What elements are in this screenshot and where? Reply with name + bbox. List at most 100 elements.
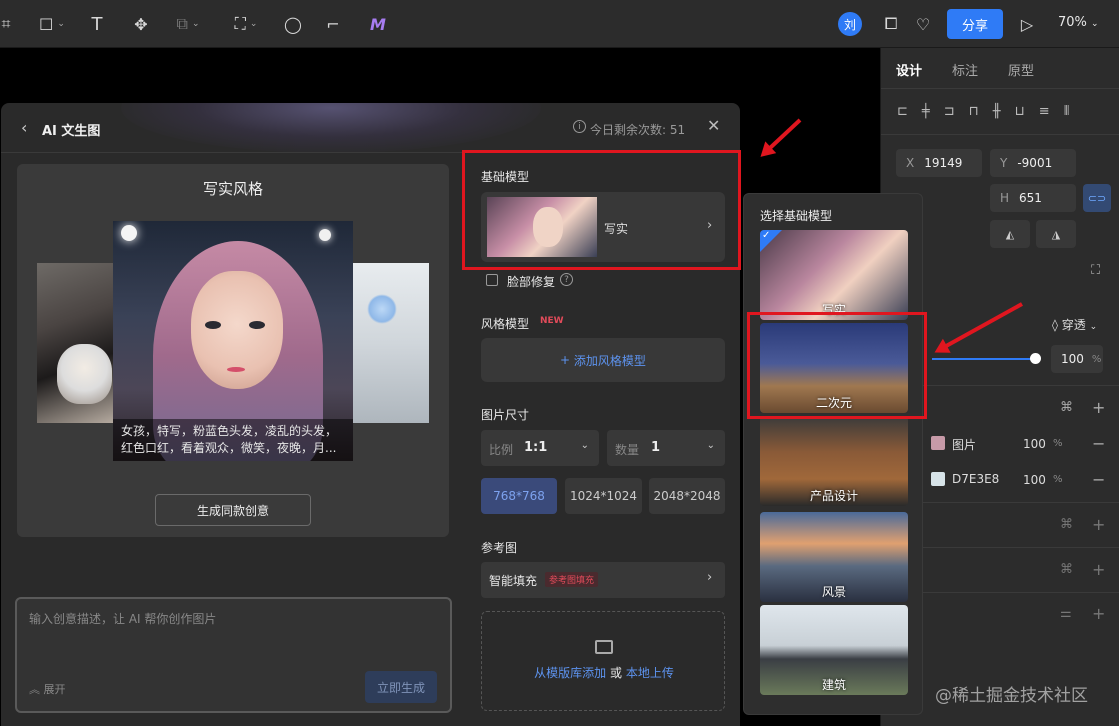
check-icon: ✓ (762, 230, 771, 241)
watermark: @稀土掘金技术社区 (935, 686, 1088, 706)
add-from-template-link[interactable]: 从模版库添加 (534, 666, 606, 680)
size-option-1024[interactable]: 1024*1024 (565, 478, 642, 514)
droplet-icon: ◊ (1052, 318, 1058, 332)
frame-tool-icon[interactable]: ⌗ (0, 12, 12, 36)
align-center-v-icon[interactable]: ╫ (993, 104, 1001, 119)
h-value: 651 (1019, 191, 1042, 205)
play-icon[interactable]: ▷ (1016, 12, 1038, 36)
settings-sliders-icon[interactable]: ⚌ (1060, 606, 1072, 621)
user-avatar[interactable]: 刘 (838, 12, 862, 36)
highlight-box-anime (747, 312, 927, 419)
local-upload-link[interactable]: 本地上传 (626, 666, 674, 680)
remove-fill-icon[interactable]: − (1092, 470, 1105, 489)
opacity-slider[interactable] (932, 358, 1036, 360)
crop-tool-icon[interactable]: ⌐ (322, 12, 344, 36)
back-icon[interactable]: ‹ (21, 118, 27, 137)
opacity-slider-handle[interactable] (1030, 353, 1041, 364)
add-stroke-icon[interactable]: + (1092, 515, 1105, 534)
fill-image-thumb[interactable] (931, 436, 945, 450)
rectangle-tool[interactable]: ☐ ⌄ (32, 12, 72, 36)
add-effect-icon[interactable]: + (1092, 560, 1105, 579)
share-button[interactable]: 分享 (947, 9, 1003, 39)
info-icon: i (573, 120, 586, 133)
percent-sign: % (1053, 438, 1063, 449)
generate-same-button[interactable]: 生成同款创意 (155, 494, 311, 526)
flip-vertical-icon[interactable]: ◮ (1036, 220, 1076, 248)
daily-quota: 今日剩余次数: 51 (590, 123, 686, 137)
preview-image-right[interactable] (347, 263, 429, 423)
grid-style-icon[interactable]: ⌘ (1060, 562, 1073, 577)
lock-ratio-icon[interactable]: ⊂⊃ (1083, 184, 1111, 212)
grid-style-icon[interactable]: ⌘ (1060, 517, 1073, 532)
prompt-caption: 女孩，特写，粉蓝色头发，凌乱的头发，红色口红，看着观众，微笑，夜晚，月... (113, 419, 353, 461)
fill-color-opacity[interactable]: 100 (1023, 473, 1046, 487)
model-option-label: 建筑 (821, 678, 846, 692)
align-bottom-icon[interactable]: ⊔ (1015, 104, 1025, 119)
expand-toggle[interactable]: ︽ 展开 (29, 681, 66, 697)
count-select[interactable]: 数量 1 ⌄ (607, 430, 725, 466)
flip-horizontal-icon[interactable]: ◭ (990, 220, 1030, 248)
align-top-icon[interactable]: ⊓ (969, 104, 979, 119)
add-fill-icon[interactable]: + (1092, 398, 1105, 417)
h-field[interactable]: H 651 (990, 184, 1076, 212)
tab-annotate[interactable]: 标注 (952, 60, 978, 79)
size-option-768[interactable]: 768*768 (481, 478, 557, 514)
size-option-2048[interactable]: 2048*2048 (649, 478, 725, 514)
opacity-field[interactable]: 100% (1051, 345, 1103, 373)
ai-logo-icon[interactable]: M (366, 12, 390, 36)
tab-design[interactable]: 设计 (896, 60, 922, 79)
ratio-value: 1:1 (524, 440, 548, 455)
reference-upload-area[interactable]: 从模版库添加 或 本地上传 (481, 611, 725, 711)
align-right-icon[interactable]: ⊐ (944, 104, 955, 119)
expand-icon: ︽ (29, 683, 40, 696)
smart-fill-row[interactable]: 智能填充 参考图填充 › (481, 562, 725, 598)
path-tool[interactable]: ⛶ ⌄ (226, 12, 266, 36)
fill-image-opacity[interactable]: 100 (1023, 437, 1046, 451)
x-field[interactable]: X 19149 (896, 149, 982, 177)
move-tool-icon[interactable]: ✥ (128, 12, 154, 36)
plugin-icon[interactable]: ⧠ (880, 12, 902, 36)
zoom-level[interactable]: 70% ⌄ (1058, 15, 1099, 30)
preview-image-main[interactable]: 女孩，特写，粉蓝色头发，凌乱的头发，红色口红，看着观众，微笑，夜晚，月... (113, 221, 353, 461)
close-icon[interactable]: ✕ (707, 116, 720, 135)
add-export-icon[interactable]: + (1092, 604, 1105, 623)
distribute-h-icon[interactable]: ≡ (1039, 104, 1050, 119)
help-icon[interactable]: ? (560, 273, 573, 286)
add-style-model-button[interactable]: + 添加风格模型 (481, 338, 725, 382)
model-option-realistic[interactable]: ✓ 写实 (760, 230, 908, 320)
tab-prototype[interactable]: 原型 (1008, 60, 1034, 79)
corner-radius-icon[interactable]: ⛶ (1091, 263, 1100, 278)
percent-sign: % (1091, 353, 1102, 365)
align-left-icon[interactable]: ⊏ (897, 104, 908, 119)
ratio-select[interactable]: 比例 1:1 ⌄ (481, 430, 599, 466)
ellipse-tool-icon[interactable]: ◯ (283, 12, 303, 36)
y-value: -9001 (1017, 156, 1053, 170)
style-model-label: 风格模型 (481, 317, 530, 331)
model-option-landscape[interactable]: 风景 (760, 512, 908, 602)
boolean-tool[interactable]: ⧉ ⌄ (168, 12, 208, 36)
text-tool-icon[interactable]: T (86, 12, 108, 36)
highlight-box-base-model (462, 150, 741, 270)
expand-label: 展开 (43, 683, 66, 696)
prompt-input[interactable]: 输入创意描述，让 AI 帮你创作图片 ︽ 展开 立即生成 (15, 597, 452, 713)
lips-illustration (227, 367, 245, 372)
align-center-h-icon[interactable]: ╪ (922, 104, 930, 119)
percent-sign: % (1053, 474, 1063, 485)
distribute-v-icon[interactable]: ⦀ (1064, 104, 1070, 119)
lightbulb-icon[interactable]: ♡ (912, 12, 934, 36)
y-label: Y (1000, 156, 1008, 170)
top-toolbar: ⌗ ☐ ⌄ T ✥ ⧉ ⌄ ⛶ ⌄ ◯ ⌐ M 刘 ⧠ ♡ 分享 ▷ 70% ⌄ (0, 0, 1119, 48)
model-option-product[interactable]: 产品设计 (760, 416, 908, 506)
y-field[interactable]: Y -9001 (990, 149, 1076, 177)
model-option-architecture[interactable]: 建筑 (760, 605, 908, 695)
blend-mode-select[interactable]: ◊ 穿透 ⌄ (1052, 316, 1097, 333)
remove-fill-icon[interactable]: − (1092, 434, 1105, 453)
align-toolbar: ⊏ ╪ ⊐ ⊓ ╫ ⊔ ≡ ⦀ (897, 104, 1069, 119)
fill-color-hex[interactable]: D7E3E8 (952, 472, 999, 486)
grid-style-icon[interactable]: ⌘ (1060, 400, 1073, 415)
face-fix-checkbox[interactable] (486, 274, 498, 286)
fill-image-label: 图片 (952, 438, 977, 452)
generate-now-button[interactable]: 立即生成 (365, 671, 437, 703)
reference-label: 参考图 (481, 541, 518, 555)
fill-color-swatch[interactable] (931, 472, 945, 486)
